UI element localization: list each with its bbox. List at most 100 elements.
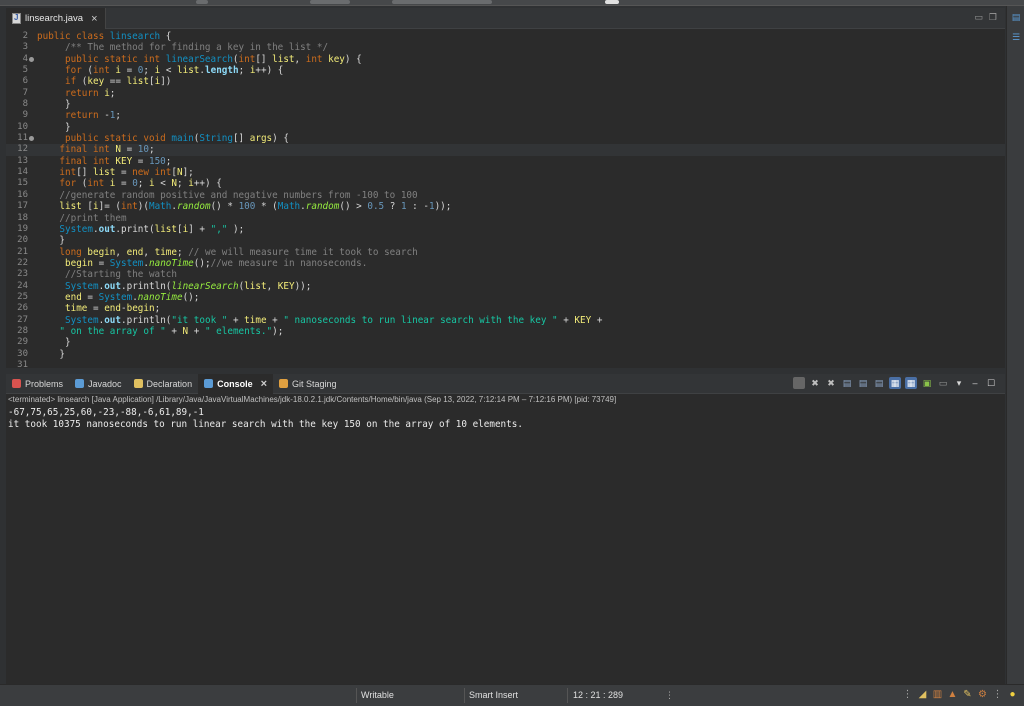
code-token: list <box>272 53 295 65</box>
problems-icon <box>12 379 21 388</box>
wand-icon[interactable]: ✎ <box>962 689 973 700</box>
code-token: end <box>104 303 121 315</box>
remove-all-icon[interactable]: ✖ <box>825 377 837 389</box>
tutorial-icon[interactable]: ▲ <box>947 689 958 700</box>
code-line[interactable]: 26 time = end-begin; <box>6 303 1005 314</box>
code-line[interactable]: 22 begin = System.nanoTime();//we measur… <box>6 258 1005 269</box>
clear-console-icon[interactable]: ▤ <box>873 377 885 389</box>
code-line[interactable]: 31 <box>6 360 1005 368</box>
code-token: ; <box>176 246 189 258</box>
status-separator <box>567 688 568 703</box>
view-menu-icon[interactable]: ▾ <box>953 377 965 389</box>
code-line[interactable]: 27 System.out.println("it took " + time … <box>6 315 1005 326</box>
code-token: System <box>65 280 99 292</box>
new-console-icon[interactable]: ▭ <box>937 377 949 389</box>
code-line[interactable]: 30 } <box>6 349 1005 360</box>
close-icon[interactable]: × <box>91 13 97 25</box>
code-line[interactable]: 17 list [i]= (int)(Math.random() * 100 *… <box>6 201 1005 212</box>
code-token: , <box>143 246 155 258</box>
book-icon[interactable]: ▥ <box>932 689 943 700</box>
word-wrap-icon[interactable]: ▤ <box>857 377 869 389</box>
tab-problems[interactable]: Problems <box>6 374 69 394</box>
code-line[interactable]: 25 end = System.nanoTime(); <box>6 292 1005 303</box>
code-line[interactable]: 11 public static void main(String[] args… <box>6 133 1005 144</box>
status-insert-mode[interactable]: Smart Insert <box>469 690 518 700</box>
code-line[interactable]: 14 int[] list = new int[N]; <box>6 167 1005 178</box>
terminate-icon[interactable] <box>793 377 805 389</box>
display-console-icon[interactable]: ▦ <box>905 377 917 389</box>
code-line[interactable]: 2 public class linsearch { <box>6 31 1005 42</box>
fold-toggle-icon[interactable] <box>29 56 34 62</box>
code-line[interactable]: 3 /** The method for finding a key in th… <box>6 42 1005 53</box>
code-token: if <box>65 76 82 88</box>
code-token: , <box>115 246 127 258</box>
close-icon[interactable]: × <box>261 378 267 390</box>
task-list-icon[interactable]: ☰ <box>1011 32 1021 42</box>
tab-console[interactable]: Console × <box>198 373 274 394</box>
code-line[interactable]: 8 } <box>6 99 1005 110</box>
line-number: 5 <box>22 65 28 76</box>
minimize-icon[interactable]: ▭ <box>974 12 983 23</box>
git-icon[interactable]: ◢ <box>917 689 928 700</box>
code-token: end <box>65 291 82 303</box>
code-line[interactable]: 15 for (int i = 0; i < N; i++) { <box>6 178 1005 189</box>
declaration-icon <box>133 379 143 388</box>
code-text: System.out.print(list[i] + "," ); <box>37 224 244 235</box>
code-line[interactable]: 19 System.out.print(list[i] + "," ); <box>6 224 1005 235</box>
code-text: final int N = 10; <box>37 144 154 155</box>
outline-icon[interactable]: ▤ <box>1011 12 1021 22</box>
code-line[interactable]: 20 } <box>6 235 1005 246</box>
restore-icon[interactable]: ❐ <box>989 12 997 23</box>
code-line[interactable]: 23 //Starting the watch <box>6 269 1005 280</box>
tab-javadoc[interactable]: Javadoc <box>69 374 128 394</box>
toolbar-search-icons[interactable] <box>392 0 492 4</box>
code-token: = <box>93 257 110 269</box>
code-line[interactable]: 12 final int N = 10; <box>6 144 1005 156</box>
status-cursor-position[interactable]: 12 : 21 : 289 <box>573 690 623 700</box>
tab-declaration[interactable]: Declaration <box>128 374 199 394</box>
toolbar-open-perspective-icon[interactable] <box>605 0 619 4</box>
code-token: String <box>199 133 233 145</box>
code-token: + <box>266 314 284 326</box>
lightbulb-icon[interactable]: ● <box>1007 689 1018 700</box>
code-line[interactable]: 21 long begin, end, time; // we will mea… <box>6 247 1005 258</box>
code-line[interactable]: 16 //generate random positive and negati… <box>6 190 1005 201</box>
remove-launch-icon[interactable]: ✖ <box>809 377 821 389</box>
code-line[interactable]: 7 return i; <box>6 88 1005 99</box>
editor-tab-linsearch[interactable]: linsearch.java × <box>6 8 106 29</box>
open-console-icon[interactable]: ▣ <box>921 377 933 389</box>
code-line[interactable]: 4 public static int linearSearch(int[] l… <box>6 54 1005 65</box>
code-line[interactable]: 9 return -1; <box>6 110 1005 121</box>
code-token: "it took " <box>171 314 228 326</box>
code-line[interactable]: 13 final int KEY = 150; <box>6 156 1005 167</box>
code-line[interactable]: 6 if (key == list[i]) <box>6 76 1005 87</box>
code-token: )( <box>137 201 149 213</box>
pin-console-icon[interactable]: ▦ <box>889 377 901 389</box>
console-view[interactable]: <terminated> linsearch [Java Application… <box>6 394 1005 684</box>
scroll-lock-icon[interactable]: ▤ <box>841 377 853 389</box>
code-line[interactable]: 29 } <box>6 337 1005 348</box>
panel-minimize-icon[interactable]: – <box>969 377 981 389</box>
code-line[interactable]: 5 for (int i = 0; i < list.length; i++) … <box>6 65 1005 76</box>
status-writable: Writable <box>361 690 394 700</box>
code-editor[interactable]: 2 public class linsearch {3 /** The metho… <box>6 29 1005 368</box>
panel-maximize-icon[interactable]: ☐ <box>985 377 997 389</box>
code-token: int <box>93 65 116 77</box>
code-line[interactable]: 10 } <box>6 122 1005 133</box>
code-text: return i; <box>37 88 115 99</box>
code-line[interactable]: 24 System.out.println(linearSearch(list,… <box>6 281 1005 292</box>
code-line[interactable]: 18 //print them <box>6 213 1005 224</box>
fold-toggle-icon[interactable] <box>29 136 34 142</box>
tab-git-staging[interactable]: Git Staging <box>273 374 343 394</box>
code-token: int <box>59 167 77 179</box>
settings-icon[interactable]: ⚙ <box>977 689 988 700</box>
toolbar-run-icon[interactable] <box>196 0 208 4</box>
toolbar-debug-icons[interactable] <box>310 0 350 4</box>
code-line[interactable]: 28 " on the array of " + N + " elements.… <box>6 326 1005 337</box>
